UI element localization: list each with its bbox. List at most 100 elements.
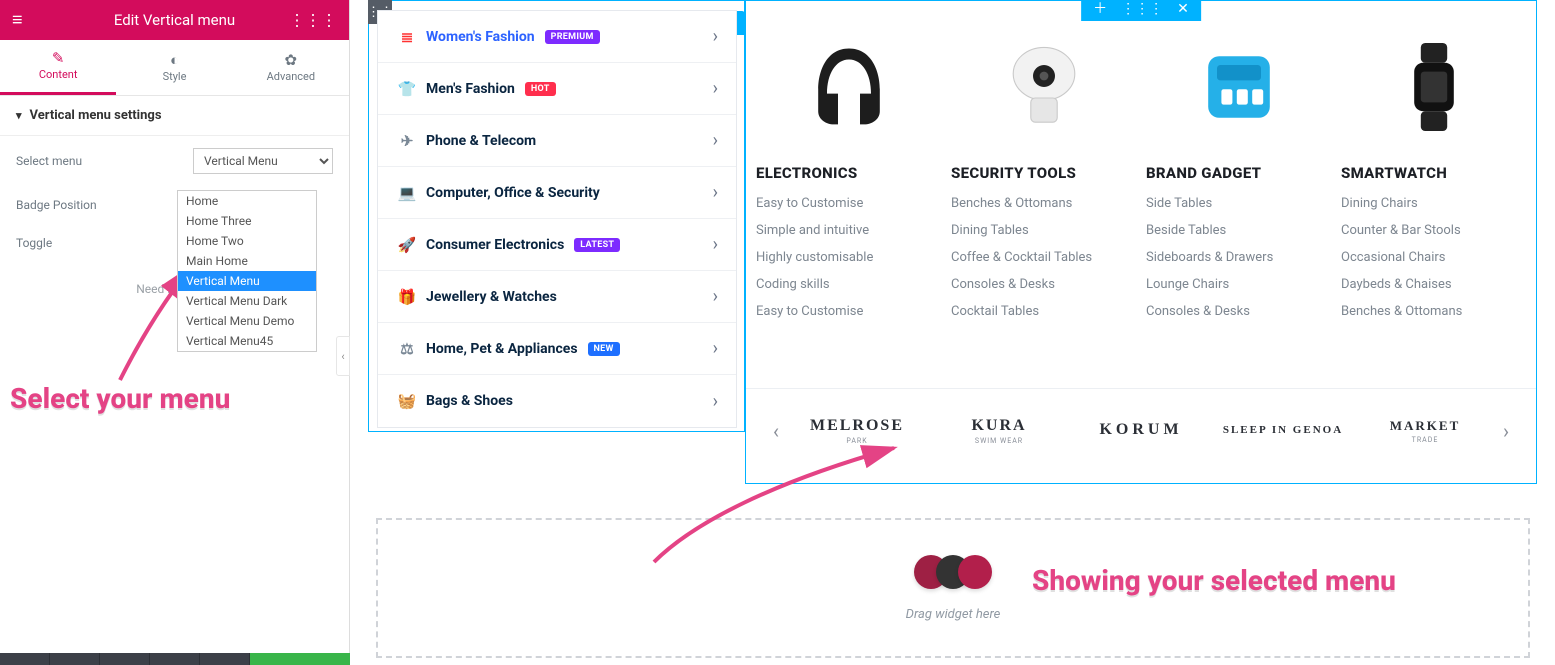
editor-canvas: ⋮⋮ ✎ ≣ Women's Fashion PREMIUM › 👕 Men's… bbox=[350, 0, 1555, 665]
dropdown-option[interactable]: Home bbox=[178, 191, 316, 211]
mega-title: BRAND GADGET bbox=[1146, 164, 1261, 182]
select-menu-input[interactable]: Vertical Menu bbox=[193, 148, 333, 174]
brand-logo[interactable]: KURA SWIM WEAR bbox=[928, 417, 1070, 445]
update-button[interactable] bbox=[250, 653, 350, 665]
send-icon: ✈ bbox=[396, 132, 418, 150]
mega-link[interactable]: Occasional Chairs bbox=[1341, 250, 1446, 265]
dropdown-option[interactable]: Vertical Menu45 bbox=[178, 331, 316, 351]
vertical-menu-widget: ≣ Women's Fashion PREMIUM › 👕 Men's Fash… bbox=[377, 10, 737, 428]
mega-link[interactable]: Benches & Ottomans bbox=[1341, 304, 1462, 319]
tab-content[interactable]: ✎ Content bbox=[0, 40, 116, 95]
product-image-smartwatch bbox=[1341, 22, 1526, 152]
gear-icon: ✿ bbox=[285, 53, 298, 68]
dropdown-option[interactable]: Main Home bbox=[178, 251, 316, 271]
tab-advanced-label: Advanced bbox=[267, 70, 315, 83]
section-vertical-menu-settings[interactable]: ▾ Vertical menu settings bbox=[0, 96, 349, 136]
mega-title: SECURITY TOOLS bbox=[951, 164, 1076, 182]
mega-link[interactable]: Side Tables bbox=[1146, 196, 1212, 211]
mega-column-smartwatch: SMARTWATCH Dining Chairs Counter & Bar S… bbox=[1341, 22, 1526, 331]
add-section-icon[interactable]: ＋ bbox=[1093, 2, 1107, 16]
laptop-icon: 💻 bbox=[396, 184, 418, 202]
menu-item-jewellery-watches[interactable]: 🎁 Jewellery & Watches › bbox=[378, 271, 736, 323]
chevron-right-icon: › bbox=[713, 182, 718, 203]
mega-column-brand-gadget: BRAND GADGET Side Tables Beside Tables S… bbox=[1146, 22, 1331, 331]
editor-panel: ≡ Edit Vertical menu ⋮⋮⋮ ✎ Content ◐ Sty… bbox=[0, 0, 350, 665]
mega-link[interactable]: Dining Chairs bbox=[1341, 196, 1418, 211]
list-icon: ≣ bbox=[396, 28, 418, 46]
mega-link[interactable]: Consoles & Desks bbox=[951, 277, 1055, 292]
close-section-icon[interactable]: ✕ bbox=[1177, 2, 1189, 16]
contrast-icon: ◐ bbox=[170, 53, 179, 68]
tab-advanced[interactable]: ✿ Advanced bbox=[233, 40, 349, 95]
panel-collapse-handle[interactable]: ‹ bbox=[336, 336, 350, 376]
brand-carousel: ‹ MELROSE PARK KURA SWIM WEAR KORUM SLEE… bbox=[746, 388, 1536, 472]
mega-link[interactable]: Easy to Customise bbox=[756, 304, 863, 319]
menu-item-label: Consumer Electronics bbox=[426, 237, 564, 253]
mega-link[interactable]: Highly customisable bbox=[756, 250, 873, 265]
dropdown-option[interactable]: Vertical Menu Dark bbox=[178, 291, 316, 311]
menu-item-consumer-electronics[interactable]: 🚀 Consumer Electronics LATEST › bbox=[378, 219, 736, 271]
mega-link[interactable]: Lounge Chairs bbox=[1146, 277, 1229, 292]
menu-item-label: Home, Pet & Appliances bbox=[426, 341, 578, 357]
mega-link[interactable]: Benches & Ottomans bbox=[951, 196, 1072, 211]
mega-link[interactable]: Consoles & Desks bbox=[1146, 304, 1250, 319]
tab-content-label: Content bbox=[39, 68, 78, 81]
brand-logo[interactable]: MARKET TRADE bbox=[1354, 418, 1496, 444]
mega-link[interactable]: Coding skills bbox=[756, 277, 830, 292]
toggle-label: Toggle bbox=[16, 236, 52, 250]
menu-item-computer-office-security[interactable]: 💻 Computer, Office & Security › bbox=[378, 167, 736, 219]
mega-column-security-tools: SECURITY TOOLS Benches & Ottomans Dining… bbox=[951, 22, 1136, 331]
brand-logo[interactable]: SLEEP IN GENOA bbox=[1212, 424, 1354, 438]
tab-style-label: Style bbox=[163, 70, 187, 83]
mega-link[interactable]: Coffee & Cocktail Tables bbox=[951, 250, 1092, 265]
carousel-prev-icon[interactable]: ‹ bbox=[766, 419, 786, 443]
menu-item-bags-shoes[interactable]: 🧺 Bags & Shoes › bbox=[378, 375, 736, 427]
empty-section-dropzone[interactable]: Drag widget here bbox=[376, 518, 1530, 658]
chevron-right-icon: › bbox=[713, 130, 718, 151]
gift-icon: 🎁 bbox=[396, 288, 418, 306]
badge-new: NEW bbox=[588, 342, 620, 356]
panel-title: Edit Vertical menu bbox=[114, 11, 235, 29]
menu-item-mens-fashion[interactable]: 👕 Men's Fashion HOT › bbox=[378, 63, 736, 115]
menu-item-phone-telecom[interactable]: ✈ Phone & Telecom › bbox=[378, 115, 736, 167]
section-title: Vertical menu settings bbox=[30, 108, 162, 123]
mega-link[interactable]: Sideboards & Drawers bbox=[1146, 250, 1273, 265]
move-section-icon[interactable]: ⋮⋮⋮ bbox=[1121, 2, 1163, 16]
carousel-next-icon[interactable]: › bbox=[1496, 419, 1516, 443]
mega-title: ELECTRONICS bbox=[756, 164, 857, 182]
dropzone-icon bbox=[920, 555, 986, 589]
product-image-headset bbox=[756, 22, 941, 152]
mega-link[interactable]: Cocktail Tables bbox=[951, 304, 1039, 319]
mega-link[interactable]: Daybeds & Chaises bbox=[1341, 277, 1452, 292]
mega-title: SMARTWATCH bbox=[1341, 164, 1447, 182]
dropdown-option[interactable]: Vertical Menu Demo bbox=[178, 311, 316, 331]
menu-item-label: Phone & Telecom bbox=[426, 133, 536, 149]
brand-logo[interactable]: MELROSE PARK bbox=[786, 417, 928, 445]
hamburger-icon[interactable]: ≡ bbox=[12, 10, 23, 31]
menu-item-label: Women's Fashion bbox=[426, 29, 535, 45]
section-toolbar: ＋ ⋮⋮⋮ ✕ bbox=[1081, 0, 1201, 21]
mega-link[interactable]: Easy to Customise bbox=[756, 196, 863, 211]
widgets-grid-icon[interactable]: ⋮⋮⋮ bbox=[289, 11, 337, 30]
mega-column-electronics: ELECTRONICS Easy to Customise Simple and… bbox=[756, 22, 941, 331]
dropdown-option[interactable]: Home Three bbox=[178, 211, 316, 231]
panel-header: ≡ Edit Vertical menu ⋮⋮⋮ bbox=[0, 0, 349, 40]
dropzone-label: Drag widget here bbox=[906, 607, 1001, 622]
chevron-right-icon: › bbox=[713, 78, 718, 99]
select-menu-dropdown[interactable]: Home Home Three Home Two Main Home Verti… bbox=[177, 190, 317, 352]
select-menu-label: Select menu bbox=[16, 154, 82, 168]
dropdown-option-selected[interactable]: Vertical Menu bbox=[178, 271, 316, 291]
mega-link[interactable]: Beside Tables bbox=[1146, 223, 1226, 238]
menu-item-womens-fashion[interactable]: ≣ Women's Fashion PREMIUM › bbox=[378, 11, 736, 63]
control-select-menu: Select menu Vertical Menu bbox=[0, 136, 349, 186]
menu-item-home-pet-appliances[interactable]: ⚖ Home, Pet & Appliances NEW › bbox=[378, 323, 736, 375]
tab-style[interactable]: ◐ Style bbox=[116, 40, 232, 95]
chevron-down-icon: ▾ bbox=[16, 109, 22, 122]
brand-logo[interactable]: KORUM bbox=[1070, 421, 1212, 441]
mega-menu-panel: ELECTRONICS Easy to Customise Simple and… bbox=[746, 22, 1536, 331]
mega-link[interactable]: Counter & Bar Stools bbox=[1341, 223, 1461, 238]
mega-link[interactable]: Simple and intuitive bbox=[756, 223, 869, 238]
shirt-icon: 👕 bbox=[396, 80, 418, 98]
mega-link[interactable]: Dining Tables bbox=[951, 223, 1029, 238]
dropdown-option[interactable]: Home Two bbox=[178, 231, 316, 251]
